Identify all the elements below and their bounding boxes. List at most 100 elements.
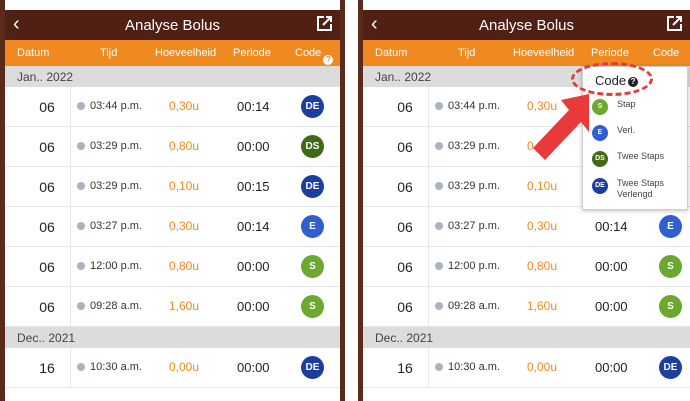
bolus-row[interactable]: 06 03:44 p.m. 0,30u 00:14 DE xyxy=(5,87,340,127)
row-divider xyxy=(70,207,71,246)
code-badge: S xyxy=(592,99,608,115)
code-legend-item: E Verl. xyxy=(592,122,687,146)
row-divider xyxy=(70,348,71,387)
month-section-header: Jan.. 2022 xyxy=(5,66,340,87)
row-period: 00:14 xyxy=(595,219,628,234)
row-period: 00:00 xyxy=(595,360,628,375)
header-date-label: Datum xyxy=(375,47,408,59)
screen-title: Analyse Bolus xyxy=(124,16,221,34)
header-period-label: Periode xyxy=(233,47,271,59)
row-period: 00:00 xyxy=(595,299,628,314)
row-amount: 0,10u xyxy=(169,179,200,193)
month-label: Dec.. 2021 xyxy=(375,331,434,345)
code-badge: DE xyxy=(659,356,682,379)
header-amount-label: Hoeveelheid xyxy=(513,47,575,59)
row-day: 06 xyxy=(397,219,413,235)
row-divider xyxy=(70,247,71,286)
back-chevron-icon[interactable]: ‹ xyxy=(13,13,20,35)
row-period: 00:00 xyxy=(237,299,270,314)
clock-icon xyxy=(435,302,443,310)
clock-icon xyxy=(77,182,85,190)
header-period: Periode xyxy=(591,47,629,59)
clock-icon xyxy=(435,363,443,371)
bolus-row[interactable]: 06 09:28 a.m. 1,60u 00:00 S xyxy=(363,287,690,327)
row-day: 06 xyxy=(397,139,413,155)
share-icon[interactable] xyxy=(664,14,684,34)
code-badge: S xyxy=(301,295,324,318)
row-time: 03:29 p.m. xyxy=(90,140,142,152)
row-amount: 0,00u xyxy=(527,360,558,374)
header-amount-label: Hoeveelheid xyxy=(155,47,217,59)
row-time: 12:00 p.m. xyxy=(90,260,142,272)
code-badge: E xyxy=(592,125,608,141)
column-header: DatumTijdHoeveelheidPeriodeCode? xyxy=(363,40,690,78)
row-day: 16 xyxy=(397,360,413,376)
clock-icon xyxy=(435,262,443,270)
row-time: 03:29 p.m. xyxy=(448,140,500,152)
code-badge: S xyxy=(659,295,682,318)
row-divider xyxy=(428,207,429,246)
row-amount: 0,80u xyxy=(527,259,558,273)
bolus-row[interactable]: 06 03:27 p.m. 0,30u 00:14 E xyxy=(363,207,690,247)
bolus-row[interactable]: 06 12:00 p.m. 0,80u 00:00 S xyxy=(363,247,690,287)
row-amount: 0,00u xyxy=(169,360,200,374)
back-chevron-icon[interactable]: ‹ xyxy=(371,13,378,35)
row-period: 00:00 xyxy=(237,360,270,375)
header-date: Datum xyxy=(375,47,407,59)
bolus-row[interactable]: 06 09:28 a.m. 1,60u 00:00 S xyxy=(5,287,340,327)
screen-title: Analyse Bolus xyxy=(478,16,575,34)
row-period: 00:14 xyxy=(237,99,270,114)
row-period: 00:00 xyxy=(595,259,628,274)
row-day: 06 xyxy=(39,179,55,195)
header-time: Tijd xyxy=(458,47,475,59)
bolus-row[interactable]: 06 03:27 p.m. 0,30u 00:14 E xyxy=(5,207,340,247)
help-icon[interactable]: ? xyxy=(323,55,334,66)
row-period: 00:15 xyxy=(237,179,270,194)
row-amount: 0,80u xyxy=(169,259,200,273)
top-bar: ‹ Analyse Bolus xyxy=(363,10,690,40)
row-divider xyxy=(70,287,71,326)
header-code[interactable]: Code? xyxy=(295,47,334,66)
clock-icon xyxy=(77,102,85,110)
clock-icon xyxy=(77,262,85,270)
row-period: 00:00 xyxy=(237,139,270,154)
code-legend-label: Twee Staps Verlengd xyxy=(617,178,665,199)
row-divider xyxy=(428,87,429,126)
code-badge: DE xyxy=(301,175,324,198)
row-time: 03:29 p.m. xyxy=(90,180,142,192)
row-time: 10:30 a.m. xyxy=(448,361,500,373)
row-time: 03:44 p.m. xyxy=(90,100,142,112)
clock-icon xyxy=(77,302,85,310)
code-badge: DS xyxy=(301,135,324,158)
row-divider xyxy=(70,87,71,126)
row-divider xyxy=(428,348,429,387)
share-icon[interactable] xyxy=(314,14,334,34)
bolus-row[interactable]: 06 03:29 p.m. 0,10u 00:15 DE xyxy=(5,167,340,207)
header-amount: Hoeveelheid xyxy=(513,47,574,59)
row-time: 09:28 a.m. xyxy=(448,300,500,312)
row-time: 12:00 p.m. xyxy=(448,260,500,272)
bolus-row[interactable]: 06 12:00 p.m. 0,80u 00:00 S xyxy=(5,247,340,287)
row-day: 06 xyxy=(397,299,413,315)
month-label: Jan.. 2022 xyxy=(375,70,432,84)
clock-icon xyxy=(435,222,443,230)
row-day: 06 xyxy=(39,99,55,115)
clock-icon xyxy=(435,102,443,110)
code-legend-item: DE Twee Staps Verlengd xyxy=(592,175,687,199)
header-time-label: Tijd xyxy=(100,47,118,59)
row-time: 03:27 p.m. xyxy=(448,220,500,232)
code-legend-item: DS Twee Staps xyxy=(592,148,687,172)
row-day: 16 xyxy=(39,360,55,376)
row-amount: 0,10u xyxy=(527,179,558,193)
month-section-header: Dec.. 2021 xyxy=(5,327,340,348)
row-divider xyxy=(428,127,429,166)
bolus-row[interactable]: 16 10:30 a.m. 0,00u 00:00 DE xyxy=(5,348,340,388)
code-badge: DE xyxy=(301,356,324,379)
bolus-row[interactable]: 16 10:30 a.m. 0,00u 00:00 DE xyxy=(363,348,690,388)
highlight-ellipse xyxy=(571,62,653,96)
row-day: 06 xyxy=(397,99,413,115)
row-amount: 0,30u xyxy=(169,99,200,113)
bolus-row[interactable]: 06 03:29 p.m. 0,80u 00:00 DS xyxy=(5,127,340,167)
row-day: 06 xyxy=(397,259,413,275)
code-legend-label: Verl. xyxy=(617,125,636,135)
